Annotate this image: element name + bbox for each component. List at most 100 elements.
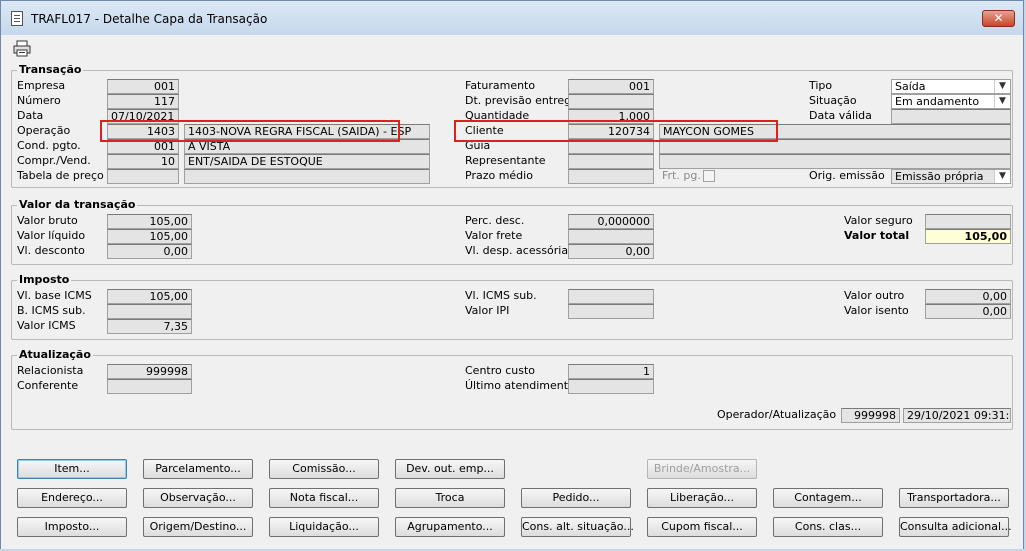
compr-vend-label: Compr./Vend. xyxy=(17,154,91,167)
ultimo-atendimento-label: Último atendimento xyxy=(465,379,575,392)
chevron-down-icon[interactable]: ▼ xyxy=(994,95,1010,108)
group-title-transacao: Transação xyxy=(17,63,84,76)
dt-previsao-label: Dt. previsão entrega xyxy=(465,94,578,107)
cons-alt-situacao-button[interactable]: Cons. alt. situação... xyxy=(521,517,634,537)
prazo-medio-label: Prazo médio xyxy=(465,169,533,182)
vl-icms-sub-field xyxy=(568,289,654,304)
vl-base-icms-label: Vl. base ICMS xyxy=(17,289,92,302)
vl-icms-sub-label: Vl. ICMS sub. xyxy=(465,289,537,302)
conferente-field[interactable] xyxy=(107,379,192,394)
chevron-down-icon[interactable]: ▼ xyxy=(994,80,1010,93)
endereco-button[interactable]: Endereço... xyxy=(17,488,127,508)
data-valida-field[interactable] xyxy=(891,109,1011,124)
data-label: Data xyxy=(17,109,44,122)
imposto-button[interactable]: Imposto... xyxy=(17,517,127,537)
b-icms-sub-field xyxy=(107,304,192,319)
pedido-button[interactable]: Pedido... xyxy=(521,488,631,508)
parcelamento-button[interactable]: Parcelamento... xyxy=(143,459,253,479)
origem-destino-button[interactable]: Origem/Destino... xyxy=(143,517,253,537)
numero-field[interactable]: 117 xyxy=(107,94,179,109)
numero-label: Número xyxy=(17,94,61,107)
empresa-label: Empresa xyxy=(17,79,66,92)
valor-outro-label: Valor outro xyxy=(844,289,905,302)
troca-button[interactable]: Troca xyxy=(395,488,505,508)
faturamento-label: Faturamento xyxy=(465,79,536,92)
perc-desc-field: 0,000000 xyxy=(568,214,654,229)
group-title-atualizacao: Atualização xyxy=(17,348,93,361)
group-title-valor: Valor da transação xyxy=(17,198,138,211)
faturamento-field[interactable]: 001 xyxy=(568,79,654,94)
valor-icms-label: Valor ICMS xyxy=(17,319,76,332)
compr-vend-desc-field: ENT/SAIDA DE ESTOQUE xyxy=(184,154,430,169)
vl-base-icms-field: 105,00 xyxy=(107,289,192,304)
dt-previsao-field[interactable] xyxy=(568,94,654,109)
tipo-value: Saída xyxy=(895,80,926,93)
comissao-button[interactable]: Comissão... xyxy=(269,459,379,479)
operador-code-field: 999998 xyxy=(841,408,900,423)
window-title: TRAFL017 - Detalhe Capa da Transação xyxy=(31,12,268,26)
perc-desc-label: Perc. desc. xyxy=(465,214,525,227)
data-valida-label: Data válida xyxy=(809,109,872,122)
contagem-button[interactable]: Contagem... xyxy=(773,488,883,508)
representante-code-field[interactable] xyxy=(568,154,654,169)
valor-bruto-label: Valor bruto xyxy=(17,214,78,227)
orig-emissao-label: Orig. emissão xyxy=(809,169,885,182)
ultimo-atendimento-field[interactable] xyxy=(568,379,654,394)
vl-desp-acessoria-field: 0,00 xyxy=(568,244,654,259)
cond-pgto-label: Cond. pgto. xyxy=(17,139,81,152)
orig-emissao-value: Emissão própria xyxy=(895,170,984,183)
valor-frete-label: Valor frete xyxy=(465,229,523,242)
situacao-label: Situação xyxy=(809,94,857,107)
valor-frete-field xyxy=(568,229,654,244)
vl-desp-acessoria-label: Vl. desp. acessória xyxy=(465,244,569,257)
highlight-operacao xyxy=(100,120,400,142)
group-title-imposto: Imposto xyxy=(17,273,72,286)
representante-label: Representante xyxy=(465,154,546,167)
prazo-medio-field[interactable] xyxy=(568,169,654,184)
empresa-field[interactable]: 001 xyxy=(107,79,179,94)
cons-clas-button[interactable]: Cons. clas... xyxy=(773,517,883,537)
liberacao-button[interactable]: Liberação... xyxy=(647,488,757,508)
representante-desc-field xyxy=(659,154,1011,169)
tipo-label: Tipo xyxy=(809,79,833,92)
group-valor-transacao: Valor da transação Valor bruto 105,00 Va… xyxy=(11,198,1013,265)
frt-pg-checkbox[interactable] xyxy=(703,170,715,182)
item-button[interactable]: Item... xyxy=(17,459,127,479)
transportadora-button[interactable]: Transportadora... xyxy=(899,488,1009,508)
liquidacao-button[interactable]: Liquidação... xyxy=(269,517,379,537)
document-icon xyxy=(11,11,23,26)
valor-total-label: Valor total xyxy=(844,229,910,242)
valor-icms-field: 7,35 xyxy=(107,319,192,334)
valor-liquido-label: Valor líquido xyxy=(17,229,86,242)
valor-ipi-field xyxy=(568,304,654,319)
situacao-select[interactable]: Em andamento ▼ xyxy=(891,94,1011,109)
compr-vend-code-field[interactable]: 10 xyxy=(107,154,179,169)
close-button[interactable]: ✕ xyxy=(982,10,1015,27)
agrupamento-button[interactable]: Agrupamento... xyxy=(395,517,505,537)
centro-custo-field[interactable]: 1 xyxy=(568,364,654,379)
cupom-fiscal-button[interactable]: Cupom fiscal... xyxy=(647,517,757,537)
valor-liquido-field: 105,00 xyxy=(107,229,192,244)
chevron-down-icon[interactable]: ▼ xyxy=(994,170,1010,183)
brinde-amostra-button[interactable]: Brinde/Amostra... xyxy=(647,459,757,479)
vl-desconto-label: Vl. desconto xyxy=(17,244,85,257)
tabela-preco-code-field[interactable] xyxy=(107,169,179,184)
operador-label: Operador/Atualização xyxy=(717,408,837,421)
nota-fiscal-button[interactable]: Nota fiscal... xyxy=(269,488,379,508)
conferente-label: Conferente xyxy=(17,379,79,392)
dev-out-emp-button[interactable]: Dev. out. emp... xyxy=(395,459,505,479)
relacionista-field[interactable]: 999998 xyxy=(107,364,192,379)
operador-datetime-field: 29/10/2021 09:31:15 xyxy=(903,408,1011,423)
group-transacao: Transação Empresa 001 Número 117 Data 07… xyxy=(11,63,1013,188)
valor-seguro-field xyxy=(925,214,1011,229)
printer-icon[interactable] xyxy=(13,40,31,57)
valor-bruto-field: 105,00 xyxy=(107,214,192,229)
vl-desconto-field: 0,00 xyxy=(107,244,192,259)
group-imposto: Imposto Vl. base ICMS 105,00 B. ICMS sub… xyxy=(11,273,1013,340)
observacao-button[interactable]: Observação... xyxy=(143,488,253,508)
tabela-preco-label: Tabela de preço xyxy=(17,169,104,182)
title-bar: TRAFL017 - Detalhe Capa da Transação ✕ xyxy=(1,1,1023,36)
consulta-adicional-button[interactable]: Consulta adicional... xyxy=(899,517,1012,537)
tipo-select[interactable]: Saída ▼ xyxy=(891,79,1011,94)
orig-emissao-select[interactable]: Emissão própria ▼ xyxy=(891,169,1011,184)
